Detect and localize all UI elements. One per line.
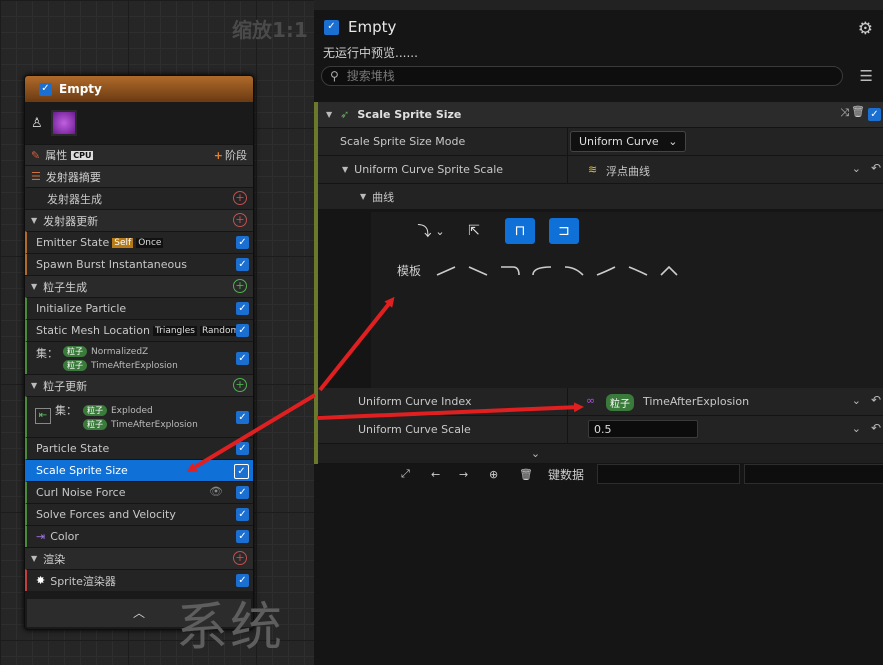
- arrow-to-module: [186, 393, 317, 473]
- annotation-arrows: [186, 296, 584, 473]
- arrow-to-curve: [318, 296, 395, 392]
- arrow-to-index: [316, 402, 584, 420]
